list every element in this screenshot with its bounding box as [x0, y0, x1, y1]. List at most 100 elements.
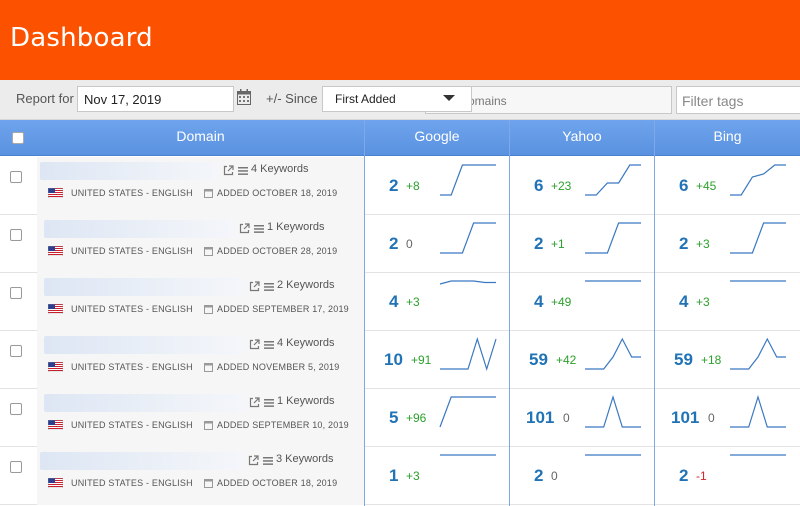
calendar-icon — [204, 247, 213, 256]
row-checkbox[interactable] — [10, 345, 22, 357]
google-rank-change: 0 — [406, 237, 413, 251]
external-link-icon[interactable] — [249, 339, 260, 350]
table-row[interactable]: 1 Keywords UNITED STATES - ENGLISH ADDED S… — [0, 389, 800, 447]
bing-sparkline-path — [730, 337, 786, 370]
column-divider — [654, 120, 655, 506]
locale-label: UNITED STATES - ENGLISH — [71, 304, 193, 314]
google-sparkline[interactable] — [439, 453, 497, 487]
us-flag-icon — [48, 478, 63, 488]
keyword-count[interactable]: 1 Keywords — [267, 221, 324, 233]
bing-rank: 2 — [679, 234, 689, 253]
bing-sparkline-path — [730, 222, 786, 254]
yahoo-sparkline[interactable] — [584, 221, 642, 255]
column-header-domain[interactable]: Domain — [37, 120, 364, 156]
yahoo-rank-change: +49 — [551, 295, 572, 309]
google-rank: 2 — [389, 176, 399, 195]
row-checkbox[interactable] — [10, 461, 22, 473]
row-checkbox[interactable] — [10, 287, 22, 299]
row-checkbox[interactable] — [10, 403, 22, 415]
bing-rank-change: 0 — [708, 411, 715, 425]
select-all-checkbox[interactable] — [12, 132, 24, 144]
bing-sparkline[interactable] — [729, 163, 787, 197]
yahoo-sparkline-path — [585, 337, 641, 370]
yahoo-sparkline[interactable] — [584, 395, 642, 429]
yahoo-sparkline[interactable] — [584, 279, 642, 313]
table-header: Domain Google Yahoo Bing — [0, 120, 800, 156]
domain-name-redacted[interactable] — [44, 394, 246, 412]
yahoo-sparkline[interactable] — [584, 337, 642, 371]
domain-cell: 2 Keywords UNITED STATES - ENGLISH ADDED S… — [37, 273, 364, 331]
table-row[interactable]: 1 Keywords UNITED STATES - ENGLISH ADDED O… — [0, 215, 800, 273]
google-rank: 4 — [389, 292, 399, 311]
table-row[interactable]: 4 Keywords UNITED STATES - ENGLISH ADDED O… — [0, 157, 800, 215]
google-sparkline[interactable] — [439, 163, 497, 197]
google-rank-change: +3 — [406, 295, 420, 309]
external-link-icon[interactable] — [223, 165, 234, 176]
bing-rank-change: +45 — [696, 179, 717, 193]
google-sparkline[interactable] — [439, 395, 497, 429]
keyword-count[interactable]: 1 Keywords — [277, 395, 334, 407]
google-rank-change: +3 — [406, 469, 420, 483]
domain-cell: 1 Keywords UNITED STATES - ENGLISH ADDED O… — [37, 215, 364, 273]
google-rank-change: +91 — [411, 353, 432, 367]
page-title: Dashboard — [10, 23, 153, 53]
domain-name-redacted[interactable] — [44, 336, 246, 354]
added-date: ADDED SEPTEMBER 10, 2019 — [217, 420, 349, 430]
bing-rank: 6 — [679, 176, 689, 195]
google-rank-change: +8 — [406, 179, 420, 193]
us-flag-icon — [48, 304, 63, 314]
added-date: ADDED OCTOBER 18, 2019 — [217, 478, 338, 488]
external-link-icon[interactable] — [249, 281, 260, 292]
yahoo-rank: 2 — [534, 466, 544, 485]
column-header-yahoo[interactable]: Yahoo — [510, 120, 654, 156]
tags-filter-input[interactable]: Filter tags — [676, 86, 800, 114]
added-date: ADDED OCTOBER 18, 2019 — [217, 188, 338, 198]
chevron-down-icon[interactable] — [443, 95, 455, 101]
table-row[interactable]: 4 Keywords UNITED STATES - ENGLISH ADDED N… — [0, 331, 800, 389]
list-icon — [264, 283, 274, 291]
bing-sparkline[interactable] — [729, 395, 787, 429]
external-link-icon[interactable] — [249, 397, 260, 408]
column-header-google[interactable]: Google — [365, 120, 509, 156]
row-checkbox[interactable] — [10, 229, 22, 241]
bing-sparkline[interactable] — [729, 337, 787, 371]
bing-sparkline[interactable] — [729, 221, 787, 255]
keyword-count[interactable]: 3 Keywords — [276, 453, 333, 465]
list-icon — [263, 457, 273, 465]
keyword-count[interactable]: 4 Keywords — [277, 337, 334, 349]
since-label: +/- Since — [266, 91, 318, 106]
google-rank: 1 — [389, 466, 399, 485]
added-date: ADDED NOVEMBER 5, 2019 — [217, 362, 340, 372]
calendar-icon — [204, 363, 213, 372]
google-sparkline-path — [440, 222, 496, 254]
table-row[interactable]: 2 Keywords UNITED STATES - ENGLISH ADDED S… — [0, 273, 800, 331]
domain-name-redacted[interactable] — [44, 220, 236, 238]
external-link-icon[interactable] — [248, 455, 259, 466]
yahoo-rank: 4 — [534, 292, 544, 311]
calendar-icon[interactable] — [237, 89, 251, 105]
bing-sparkline[interactable] — [729, 279, 787, 313]
google-sparkline[interactable] — [439, 279, 497, 313]
table-row[interactable]: 3 Keywords UNITED STATES - ENGLISH ADDED O… — [0, 447, 800, 505]
domain-name-redacted[interactable] — [40, 452, 245, 470]
locale-label: UNITED STATES - ENGLISH — [71, 478, 193, 488]
google-sparkline-path — [440, 164, 496, 196]
keyword-count[interactable]: 4 Keywords — [251, 163, 308, 175]
report-date-input[interactable]: Nov 17, 2019 — [77, 86, 234, 112]
column-header-bing[interactable]: Bing — [655, 120, 800, 156]
bing-sparkline[interactable] — [729, 453, 787, 487]
yahoo-sparkline[interactable] — [584, 163, 642, 197]
calendar-icon — [204, 479, 213, 488]
yahoo-sparkline[interactable] — [584, 453, 642, 487]
keyword-count[interactable]: 2 Keywords — [277, 279, 334, 291]
google-sparkline-path — [439, 280, 496, 285]
list-icon — [264, 399, 274, 407]
domain-name-redacted[interactable] — [44, 278, 246, 296]
google-sparkline[interactable] — [439, 221, 497, 255]
external-link-icon[interactable] — [239, 223, 250, 234]
list-icon — [238, 167, 248, 175]
google-sparkline-path — [439, 396, 496, 428]
google-sparkline[interactable] — [439, 337, 497, 371]
row-checkbox[interactable] — [10, 171, 22, 183]
domain-name-redacted[interactable] — [40, 162, 220, 180]
